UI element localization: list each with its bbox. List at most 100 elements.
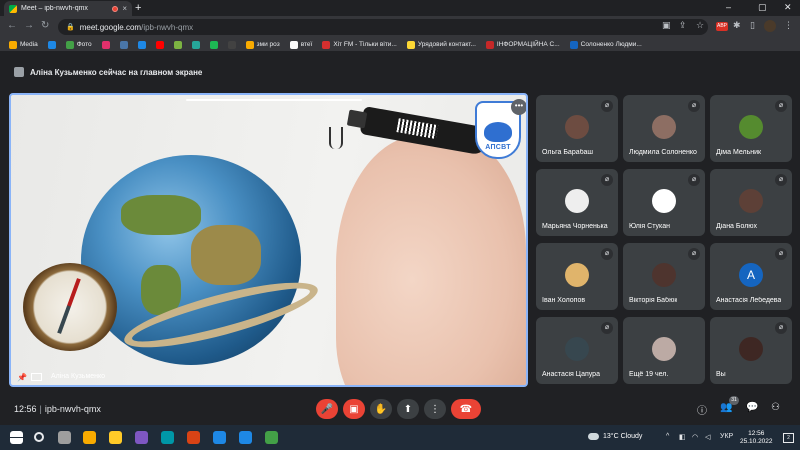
search-icon[interactable] [34,432,44,442]
viber-icon[interactable] [135,431,148,444]
bookmark-item[interactable] [133,40,151,49]
bookmark-item[interactable] [97,40,115,49]
more-vertical-icon: ⋮ [430,403,440,415]
participant-tile[interactable]: ⌀ Марьяна Чорненька [536,169,618,236]
raise-hand-button[interactable]: ✋ [370,399,392,419]
participant-tile[interactable]: ⌀ Людмила Солоненко [623,95,705,162]
people-count-badge: 31 [729,396,739,405]
share-icon[interactable]: ⇪ [679,20,687,31]
address-bar[interactable]: 🔒 meet.google.com/ipb-nwvh-qmx [58,19,708,35]
participant-tile[interactable]: ⌀ Юлія Стукан [623,169,705,236]
leave-call-button[interactable]: ☎ [451,399,481,419]
bookmark-item[interactable] [223,40,241,49]
video-overlay-line [186,99,362,101]
chrome-icon[interactable] [265,431,278,444]
minimize-button[interactable]: – [726,2,731,12]
camera-permission-icon[interactable]: ▣ [662,20,671,31]
extensions-puzzle-icon[interactable]: ✱ [733,20,741,31]
bookmark-item[interactable]: Фото [61,40,97,49]
participant-name: Ещё 19 чел. [629,371,669,378]
bookmark-item[interactable] [205,40,223,49]
start-button[interactable] [10,431,23,444]
tray-wifi-icon[interactable]: ◠ [692,433,698,441]
tab-close-icon[interactable]: × [122,4,127,13]
bookmark-item[interactable] [187,40,205,49]
participant-name: Юлія Стукан [629,223,670,230]
weather-widget[interactable]: 13°C Cloudy [588,433,642,440]
participant-tile[interactable]: ⌀ Анастасія Цапура [536,317,618,384]
participant-tile[interactable]: ⌀ Іван Холопов [536,243,618,310]
bookmark-favicon-icon [173,40,182,49]
file-explorer-icon[interactable] [83,431,96,444]
participant-avatar [739,189,763,213]
main-video-feed[interactable]: АПСВТ ••• 📌 Аліна Кузьменко [9,93,528,387]
chat-icon[interactable]: 💬 [746,402,758,413]
keyboard-language[interactable]: УКР [720,433,733,440]
tray-chevron-icon[interactable]: ^ [666,433,669,440]
bookmark-item[interactable]: Media [4,40,43,49]
meet-control-bar: 12:56 | ipb-nwvh-qmx 🎤 ▣ ✋ ⬆ ⋮ ☎ ⓘ 👥 31 💬 … [0,395,800,425]
tray-network-icon[interactable]: ◧ [679,433,686,441]
compass-image [23,263,117,351]
bookmark-item[interactable] [43,40,61,49]
mic-muted-icon: ⌀ [775,322,787,334]
picture-in-picture-icon[interactable] [31,373,42,381]
hand-icon: ✋ [374,403,388,415]
bookmark-item[interactable]: Урядовий контакт... [402,40,481,49]
tile-more-options-button[interactable]: ••• [511,99,526,115]
close-window-button[interactable]: ✕ [784,2,792,13]
participant-tile[interactable]: ⌀ Вікторія Бабюк [623,243,705,310]
adblock-extension-icon[interactable]: ABP [716,22,728,31]
pin-icon[interactable]: 📌 [17,373,27,382]
chrome-menu-icon[interactable]: ⋮ [784,20,793,31]
word-icon[interactable] [239,431,252,444]
participant-tile[interactable]: ⌀ Діма Мельник [710,95,792,162]
hand-image [336,135,526,385]
sidebar-icon[interactable]: ▯ [750,20,755,31]
system-clock[interactable]: 12:56 25.10.2022 [740,430,773,446]
app-icon[interactable] [109,431,122,444]
marker-label [396,118,439,139]
telegram-icon[interactable] [213,431,226,444]
profile-avatar[interactable] [764,20,776,32]
bookmark-item[interactable] [115,40,133,49]
more-options-button[interactable]: ⋮ [424,399,446,419]
tab-meet[interactable]: Meet – ipb-nwvh-qmx × [4,1,132,16]
bookmark-item[interactable]: Хіт FM - Тільки віти... [317,40,402,49]
bookmark-item[interactable]: втеї [285,40,318,49]
back-arrow-icon[interactable]: ← [7,20,17,31]
forward-arrow-icon[interactable]: → [24,20,34,31]
participant-name: Вікторія Бабюк [629,297,678,304]
bookmark-item[interactable] [169,40,187,49]
maximize-button[interactable]: ▢ [758,2,767,13]
present-now-button[interactable]: ⬆ [397,399,419,419]
participant-tile[interactable]: ⌀ Вы [710,317,792,384]
task-view-icon[interactable] [58,431,71,444]
app-icon[interactable] [161,431,174,444]
mic-off-button[interactable]: 🎤 [316,399,338,419]
bookmark-favicon-icon [119,40,128,49]
notifications-button[interactable]: 2 [783,433,794,443]
activities-icon[interactable]: ⚇ [771,402,780,413]
camera-off-button[interactable]: ▣ [343,399,365,419]
participant-tile[interactable]: A ⌀ Анастасія Лебедева [710,243,792,310]
participant-tile[interactable]: ⌀ Діана Болюх [710,169,792,236]
new-tab-button[interactable]: + [135,2,141,14]
bookmark-label: втеї [300,41,313,48]
bookmark-item[interactable]: ІНФОРМАЦІЙНА С... [481,40,565,49]
participant-tile[interactable]: ⌀ Ольга Барабаш [536,95,618,162]
mic-muted-icon: ⌀ [688,100,700,112]
reload-icon[interactable]: ↻ [41,20,49,31]
tray-volume-icon[interactable]: ◁ [705,433,710,441]
camera-off-icon: ▣ [349,403,359,415]
bookmark-item[interactable]: Солоненко Людми... [565,40,647,49]
powerpoint-icon[interactable] [187,431,200,444]
present-icon: ⬆ [403,403,413,415]
bookmark-favicon-icon [245,40,254,49]
meeting-info-icon[interactable]: ⓘ [697,402,707,417]
presenter-text: Аліна Кузьменко сейчас на главном экране [30,67,203,77]
bookmark-star-icon[interactable]: ☆ [696,20,704,31]
bookmark-item[interactable] [151,40,169,49]
bookmark-item[interactable]: зми роз [241,40,285,49]
participant-tile[interactable]: Ещё 19 чел. [623,317,705,384]
